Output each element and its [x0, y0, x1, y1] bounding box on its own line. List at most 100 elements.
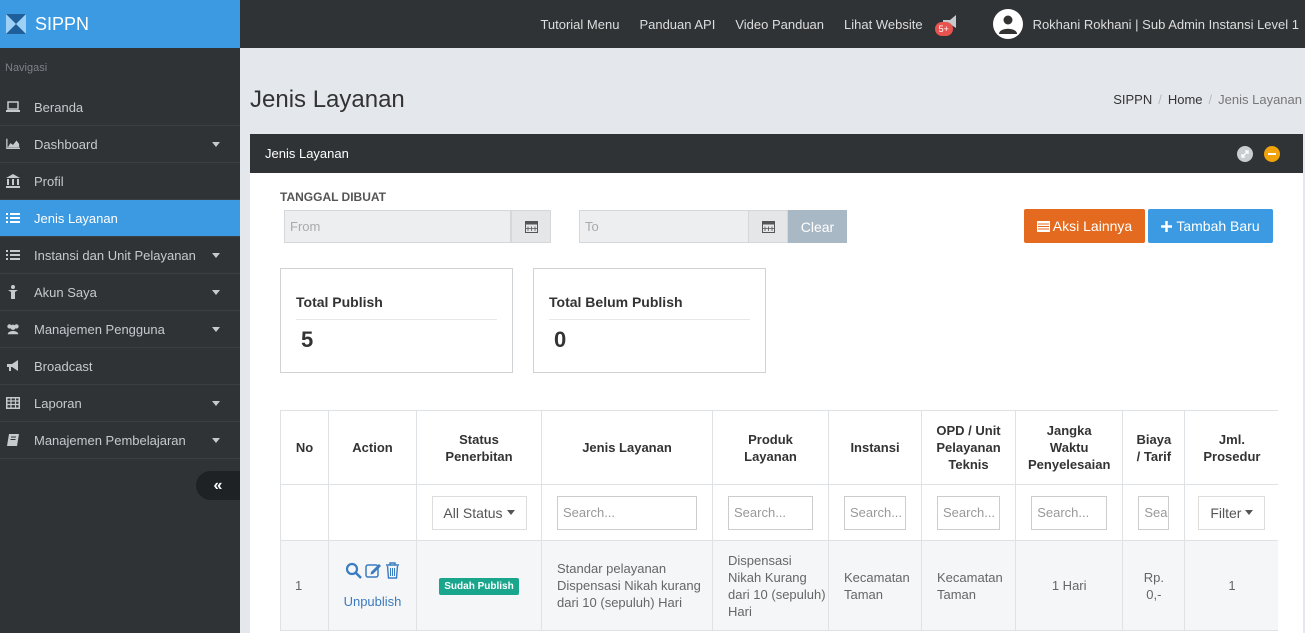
chevron-down-icon [212, 253, 220, 258]
chevron-down-icon [212, 327, 220, 332]
sidebar-item-laporan[interactable]: Laporan [0, 385, 240, 422]
table-header-row: No Action Status Penerbitan Jenis Layana… [280, 410, 1279, 485]
col-header-biaya[interactable]: Biaya / Tarif [1122, 410, 1186, 485]
search-jenis-input[interactable]: Search... [557, 495, 697, 530]
search-jangka-input[interactable]: Search... [1031, 495, 1108, 530]
sidebar-item-label: Manajemen Pengguna [34, 321, 165, 337]
sidebar-item-label: Profil [34, 173, 64, 189]
user-avatar[interactable] [992, 9, 1023, 39]
cell-jenis: Standar pelayanan Dispensasi Nikah kuran… [541, 540, 713, 631]
table-filter-row: All Status Search... Search... Search...… [280, 484, 1279, 541]
stat-total-belum-publish: Total Belum Publish 0 [533, 268, 766, 373]
status-badge: Sudah Publish [439, 577, 519, 595]
sidebar-item-label: Beranda [34, 99, 84, 115]
filter-cell: Search... [712, 484, 829, 541]
sidebar-item-label: Manajemen Pembelajaran [34, 432, 186, 448]
sidebar-item-manajemen-pembelajaran[interactable]: Manajemen Pembelajaran [0, 422, 240, 459]
stat-total-publish: Total Publish 5 [280, 268, 513, 373]
sidebar-collapse-button[interactable]: « [196, 471, 240, 500]
cell-biaya: Rp. 0,- [1122, 540, 1186, 631]
area-chart-icon [6, 137, 20, 151]
col-header-opd[interactable]: OPD / Unit Pelayanan Teknis [921, 410, 1016, 485]
breadcrumb-item-sippn[interactable]: SIPPN [1113, 92, 1152, 107]
cell-prosedur: 1 [1184, 540, 1279, 631]
sidebar-item-label: Laporan [34, 395, 82, 411]
user-name[interactable]: Rokhani Rokhani | Sub Admin Instansi Lev… [1033, 17, 1299, 32]
search-produk-input[interactable]: Search... [728, 495, 813, 530]
tambah-baru-button[interactable]: Tambah Baru [1148, 209, 1273, 243]
search-icon[interactable] [345, 562, 362, 579]
search-opd-input[interactable]: Search... [937, 495, 1000, 530]
filter-cell: Search... [921, 484, 1016, 541]
sidebar-item-label: Dashboard [34, 136, 98, 152]
sidebar-item-dashboard[interactable]: Dashboard [0, 126, 240, 163]
minimize-icon[interactable] [1264, 146, 1280, 162]
date-from-input[interactable]: From [284, 210, 511, 243]
col-header-instansi[interactable]: Instansi [828, 410, 922, 485]
logo-icon [6, 14, 26, 34]
sidebar-heading: Navigasi [5, 62, 48, 74]
sidebar-item-profil[interactable]: Profil [0, 163, 240, 200]
date-to-input[interactable]: To [579, 210, 749, 243]
filter-cell: Search... [541, 484, 713, 541]
prosedur-filter-select[interactable]: Filter [1198, 495, 1266, 530]
filter-cell: Sea [1122, 484, 1186, 541]
col-header-status[interactable]: Status Penerbitan [416, 410, 542, 485]
chevron-down-icon [212, 290, 220, 295]
edit-icon[interactable] [365, 562, 382, 579]
user-icon [6, 285, 20, 299]
calendar-icon[interactable] [748, 210, 788, 243]
list-icon [6, 248, 20, 262]
sidebar-item-broadcast[interactable]: Broadcast [0, 348, 240, 385]
notification-badge: 5+ [934, 22, 953, 36]
col-header-jenis[interactable]: Jenis Layanan [541, 410, 713, 485]
top-navbar: SIPPN Tutorial Menu Panduan API Video Pa… [0, 0, 1305, 48]
unpublish-link[interactable]: Unpublish [344, 594, 402, 609]
nav-link-panduan-api[interactable]: Panduan API [639, 17, 715, 32]
stat-title: Total Publish [296, 269, 497, 320]
user-icon [998, 15, 1017, 34]
row-actions [329, 562, 416, 579]
notification-button[interactable]: 5+ [934, 12, 963, 36]
stat-value: 0 [554, 327, 567, 352]
search-biaya-input[interactable]: Sea [1138, 495, 1170, 530]
cell-action: Unpublish [328, 540, 417, 631]
stat-title: Total Belum Publish [549, 269, 750, 320]
institution-icon [6, 174, 20, 188]
nav-link-video-panduan[interactable]: Video Panduan [735, 17, 824, 32]
col-header-jangka[interactable]: Jangka Waktu Penyelesaian [1014, 410, 1124, 485]
sidebar-item-instansi[interactable]: Instansi dan Unit Pelayanan [0, 237, 240, 274]
nav-link-tutorial-menu[interactable]: Tutorial Menu [540, 17, 619, 32]
sidebar-item-beranda[interactable]: Beranda [0, 89, 240, 126]
calendar-icon[interactable] [511, 210, 551, 243]
col-header-no[interactable]: No [280, 410, 329, 485]
panel-header: Jenis Layanan [250, 134, 1303, 173]
chevron-down-icon [212, 142, 220, 147]
sidebar-item-manajemen-pengguna[interactable]: Manajemen Pengguna [0, 311, 240, 348]
cell-opd: Kecamatan Taman [921, 540, 1016, 631]
clear-button[interactable]: Clear [788, 210, 847, 243]
filter-cell [328, 484, 417, 541]
sidebar-item-label: Broadcast [34, 358, 93, 374]
plus-icon [1161, 220, 1173, 232]
expand-icon[interactable] [1237, 146, 1253, 162]
col-header-produk[interactable]: Produk Layanan [712, 410, 829, 485]
nav-link-lihat-website[interactable]: Lihat Website [844, 17, 923, 32]
jenis-layanan-panel: Jenis Layanan TANGGAL DIBUAT From To Cle… [250, 134, 1303, 633]
status-filter-select[interactable]: All Status [431, 495, 527, 530]
trash-icon[interactable] [385, 562, 400, 579]
page-title: Jenis Layanan [250, 86, 405, 113]
tambah-baru-label: Tambah Baru [1176, 218, 1260, 234]
sidebar-item-akun-saya[interactable]: Akun Saya [0, 274, 240, 311]
book-icon [6, 433, 20, 447]
sidebar-item-label: Instansi dan Unit Pelayanan [34, 247, 196, 263]
aksi-lainnya-button[interactable]: Aksi Lainnya [1024, 209, 1145, 243]
col-header-prosedur[interactable]: Jml. Prosedur [1184, 410, 1279, 485]
cell-instansi: Kecamatan Taman [828, 540, 922, 631]
brand[interactable]: SIPPN [0, 0, 240, 48]
search-instansi-input[interactable]: Search... [844, 495, 906, 530]
filter-cell [280, 484, 329, 541]
sidebar-item-jenis-layanan[interactable]: Jenis Layanan [0, 200, 240, 237]
breadcrumb-item-home[interactable]: Home [1168, 92, 1203, 107]
col-header-action: Action [328, 410, 417, 485]
